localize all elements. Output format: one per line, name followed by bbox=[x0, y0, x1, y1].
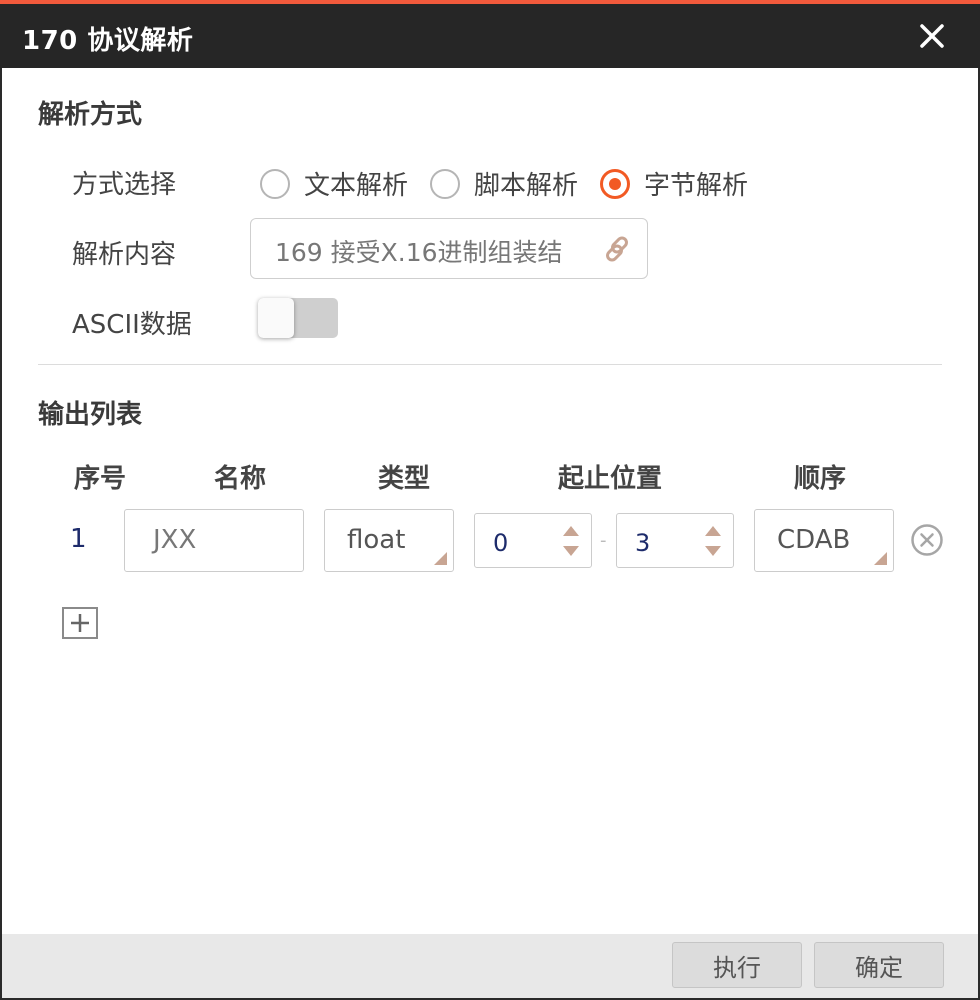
decrement-arrow-icon[interactable] bbox=[705, 546, 721, 556]
dialog-title: 170 协议解析 bbox=[22, 26, 194, 56]
column-header-range: 起止位置 bbox=[557, 464, 662, 494]
name-value: JXX bbox=[153, 525, 197, 555]
decrement-arrow-icon[interactable] bbox=[563, 546, 579, 556]
increment-arrow-icon[interactable] bbox=[563, 526, 579, 536]
parse-section-title: 解析方式 bbox=[38, 100, 143, 130]
toggle-knob bbox=[258, 298, 294, 338]
order-select[interactable]: CDAB bbox=[754, 509, 894, 572]
mode-label: 方式选择 bbox=[72, 170, 177, 200]
parse-content-field[interactable]: 169 接受X.16进制组装结 bbox=[250, 218, 648, 279]
section-divider bbox=[38, 364, 942, 365]
execute-button[interactable]: 执行 bbox=[672, 942, 802, 988]
radio-label: 文本解析 bbox=[304, 171, 409, 201]
column-header-name: 名称 bbox=[213, 464, 266, 494]
radio-circle-selected bbox=[600, 168, 630, 199]
close-icon[interactable] bbox=[914, 18, 950, 54]
link-icon[interactable] bbox=[601, 233, 633, 265]
dialog-titlebar: 170 协议解析 bbox=[0, 4, 980, 68]
add-row-button[interactable] bbox=[62, 607, 98, 639]
row-index: 1 bbox=[70, 524, 87, 554]
end-position-stepper[interactable]: 3 bbox=[616, 513, 734, 568]
start-position-value: 0 bbox=[493, 529, 509, 557]
dropdown-corner-icon bbox=[874, 552, 887, 565]
radio-text-parse[interactable]: 文本解析 bbox=[260, 165, 408, 202]
parse-content-value: 169 接受X.16进制组装结 bbox=[275, 238, 563, 267]
type-select[interactable]: float bbox=[324, 509, 454, 572]
radio-script-parse[interactable]: 脚本解析 bbox=[430, 165, 578, 202]
type-value: float bbox=[347, 525, 406, 555]
radio-circle bbox=[430, 168, 460, 199]
ascii-label: ASCII数据 bbox=[72, 310, 192, 340]
name-input[interactable]: JXX bbox=[124, 509, 304, 572]
output-section-title: 输出列表 bbox=[38, 400, 143, 430]
plus-icon bbox=[71, 614, 89, 632]
radio-circle bbox=[260, 168, 290, 199]
end-position-value: 3 bbox=[635, 529, 651, 557]
radio-dot bbox=[609, 177, 621, 190]
dialog-footer: 执行 确定 bbox=[2, 934, 978, 998]
content-label: 解析内容 bbox=[72, 240, 177, 270]
column-header-index: 序号 bbox=[73, 464, 126, 494]
confirm-button[interactable]: 确定 bbox=[814, 942, 944, 988]
range-separator: - bbox=[600, 530, 607, 551]
dropdown-corner-icon bbox=[434, 552, 447, 565]
radio-byte-parse[interactable]: 字节解析 bbox=[600, 165, 748, 202]
remove-row-icon[interactable] bbox=[910, 523, 944, 557]
increment-arrow-icon[interactable] bbox=[705, 526, 721, 536]
order-value: CDAB bbox=[777, 525, 851, 555]
ascii-toggle[interactable] bbox=[258, 298, 338, 338]
radio-label: 字节解析 bbox=[644, 171, 749, 201]
start-position-stepper[interactable]: 0 bbox=[474, 513, 592, 568]
column-header-type: 类型 bbox=[377, 464, 430, 494]
radio-label: 脚本解析 bbox=[474, 171, 579, 201]
column-header-order: 顺序 bbox=[793, 464, 846, 494]
